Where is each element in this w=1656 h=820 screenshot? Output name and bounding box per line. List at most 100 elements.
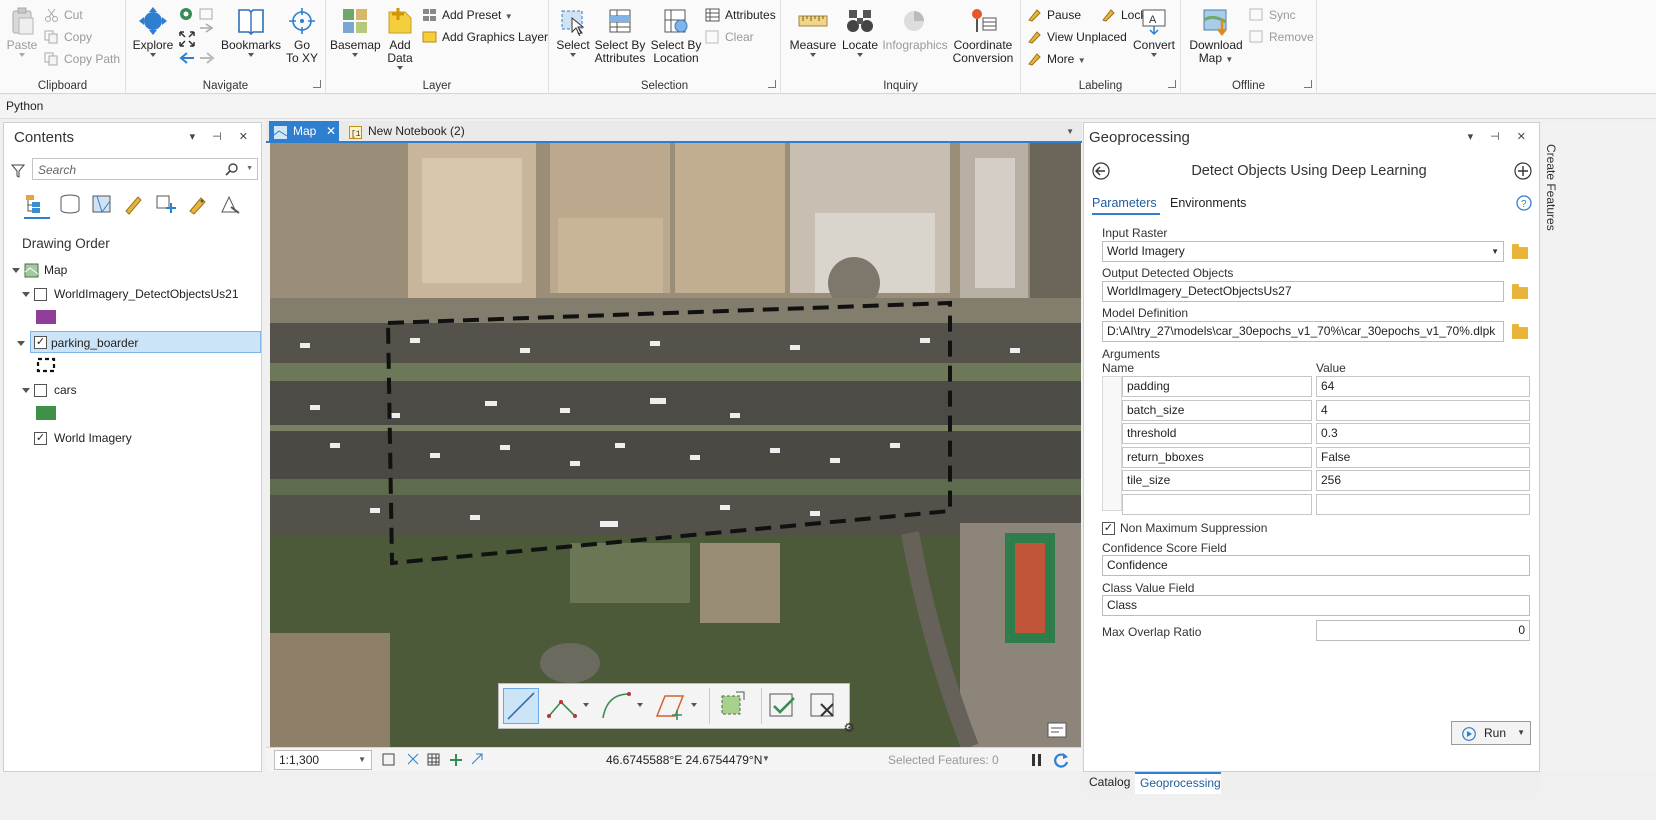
tree-item-parking-boarder[interactable]: ✓ parking_boarder [17, 331, 261, 353]
selection-view-icon[interactable] [90, 193, 114, 218]
snapping-view-icon[interactable] [154, 193, 178, 218]
locate-button[interactable]: Locate [841, 4, 879, 57]
cancel-sketch-button[interactable] [805, 688, 845, 724]
data-source-icon[interactable] [58, 193, 82, 218]
create-features-label: Create Features [1544, 144, 1558, 231]
create-features-side-tab[interactable]: Create Features [1544, 144, 1558, 254]
download-map-button[interactable]: Download Map ▼ [1187, 4, 1245, 66]
toolbar-settings-gear-icon[interactable]: ⚙ [843, 720, 855, 736]
view-unplaced-button[interactable]: View Unplaced [1027, 27, 1127, 47]
back-arrow-icon[interactable] [1092, 162, 1110, 183]
add-tool-icon[interactable] [1514, 162, 1532, 183]
copy-path-button[interactable]: Copy Path [44, 49, 120, 69]
tree-label-parking-boarder: parking_boarder [51, 336, 139, 350]
select-by-location-button[interactable]: Select By Location [649, 4, 703, 65]
overlap-field[interactable]: 0 [1316, 620, 1530, 641]
tab-geoprocessing[interactable]: Geoprocessing [1135, 772, 1221, 794]
argument-name-cell[interactable]: tile_size [1122, 470, 1312, 491]
argument-name-cell-empty[interactable] [1122, 494, 1312, 515]
layer-checkbox-checked[interactable]: ✓ [34, 432, 47, 445]
output-field[interactable]: WorldImagery_DetectObjectsUs27 [1102, 281, 1504, 302]
sketch-curve-tool[interactable] [599, 688, 649, 724]
class-field[interactable]: Class [1102, 595, 1530, 616]
geoprocessing-pane-controls[interactable]: ▾ ⊣ ✕ [1468, 130, 1533, 143]
copy-button[interactable]: Copy [44, 27, 92, 47]
sketch-line-tool[interactable] [503, 688, 539, 724]
python-tab[interactable]: Python [6, 99, 43, 113]
add-preset-button[interactable]: Add Preset ▼ [422, 5, 513, 25]
labeling-view-icon[interactable] [186, 193, 210, 218]
tab-map[interactable]: Map ✕ [269, 121, 339, 143]
labeling-group-label: Labeling [1078, 80, 1123, 92]
measure-button[interactable]: Measure [787, 4, 839, 57]
layer-checkbox-checked[interactable]: ✓ [34, 336, 47, 349]
run-button[interactable]: Run ▼ [1451, 721, 1531, 745]
sketch-vertex-tool[interactable] [709, 688, 753, 724]
go-to-xy-button[interactable]: Go To XY [282, 4, 322, 65]
drawing-order-icon[interactable] [24, 193, 48, 218]
cut-button[interactable]: Cut [44, 5, 83, 25]
select-by-attributes-button[interactable]: Select By Attributes [593, 4, 647, 65]
tree-item-cars[interactable]: cars [10, 379, 250, 401]
argument-value-cell[interactable]: 256 [1316, 470, 1530, 491]
paste-button[interactable]: Paste [4, 4, 40, 57]
scale-selector[interactable]: 1:1,300 ▼ [274, 750, 372, 770]
argument-value-cell[interactable]: 64 [1316, 376, 1530, 397]
argument-value-cell[interactable]: 0.3 [1316, 423, 1530, 444]
coordinate-conversion-button[interactable]: Coordinate Conversion [951, 4, 1015, 65]
tab-list-chevron-icon[interactable]: ▼ [1066, 127, 1074, 136]
sync-button[interactable]: Sync [1249, 5, 1296, 25]
close-icon[interactable]: ✕ [326, 121, 336, 141]
sketch-right-angle-tool[interactable] [653, 688, 703, 724]
bookmarks-button[interactable]: Bookmarks [220, 4, 282, 57]
finish-sketch-button[interactable] [761, 688, 801, 724]
infographics-button[interactable]: Infographics [881, 4, 949, 52]
map-overview-icon[interactable] [1047, 721, 1067, 742]
argument-value-cell[interactable]: 4 [1316, 400, 1530, 421]
sketch-polyline-tool[interactable] [545, 688, 595, 724]
tab-catalog[interactable]: Catalog [1089, 775, 1130, 789]
argument-name-cell[interactable]: threshold [1122, 423, 1312, 444]
input-raster-select[interactable]: World Imagery ▼ [1102, 241, 1504, 262]
remove-button[interactable]: Remove [1249, 27, 1314, 47]
coordinate-format-chevron-icon[interactable]: ▼ [762, 754, 770, 763]
layer-checkbox[interactable] [34, 384, 47, 397]
tab-environments[interactable]: Environments [1170, 196, 1246, 210]
select-button[interactable]: Select [555, 4, 591, 57]
tab-parameters[interactable]: Parameters [1092, 196, 1157, 210]
contents-pane-controls[interactable]: ▾ ⊣ ✕ [190, 130, 255, 143]
filter-icon[interactable] [10, 164, 26, 181]
tree-item-world-imagery[interactable]: ✓ World Imagery [10, 427, 250, 449]
confidence-field[interactable]: Confidence [1102, 555, 1530, 576]
argument-name-cell[interactable]: return_bboxes [1122, 447, 1312, 468]
pause-drawing-icon[interactable] [1030, 752, 1044, 771]
argument-name-cell[interactable]: padding [1122, 376, 1312, 397]
explore-button[interactable]: Explore [130, 4, 176, 57]
argument-name-cell[interactable]: batch_size [1122, 400, 1312, 421]
layer-checkbox[interactable] [34, 288, 47, 301]
tree-item-worldimagery-detect[interactable]: WorldImagery_DetectObjectsUs21 [10, 283, 250, 305]
add-graphics-layer-button[interactable]: Add Graphics Layer [422, 27, 548, 47]
argument-value-cell-empty[interactable] [1316, 494, 1530, 515]
nms-checkbox[interactable]: ✓ [1102, 522, 1115, 535]
more-labeling-button[interactable]: More ▼ [1027, 49, 1086, 69]
browse-folder-icon[interactable] [1512, 324, 1528, 339]
pause-labeling-button[interactable]: Pause [1027, 5, 1081, 25]
tree-item-map[interactable]: Map [10, 259, 250, 281]
browse-folder-icon[interactable] [1512, 244, 1528, 259]
help-icon[interactable]: ? [1516, 195, 1532, 214]
basemap-button[interactable]: Basemap [330, 4, 381, 57]
attributes-button[interactable]: Attributes [705, 5, 776, 25]
refresh-icon[interactable] [1052, 751, 1070, 772]
tab-new-notebook[interactable]: [1] New Notebook (2) [346, 121, 465, 143]
argument-value-cell[interactable]: False [1316, 447, 1530, 468]
add-data-button[interactable]: Add Data [382, 4, 418, 70]
map-view[interactable]: ⚙ [270, 143, 1081, 747]
contents-search-input[interactable]: Search ▼ [32, 158, 258, 180]
model-definition-field[interactable]: D:\AI\try_27\models\car_30epochs_v1_70%\… [1102, 321, 1504, 342]
editing-view-icon[interactable] [122, 193, 146, 218]
browse-folder-icon[interactable] [1512, 284, 1528, 299]
convert-button[interactable]: A Convert [1131, 4, 1177, 57]
charts-view-icon[interactable] [218, 193, 242, 218]
clear-selection-button[interactable]: Clear [705, 27, 754, 47]
